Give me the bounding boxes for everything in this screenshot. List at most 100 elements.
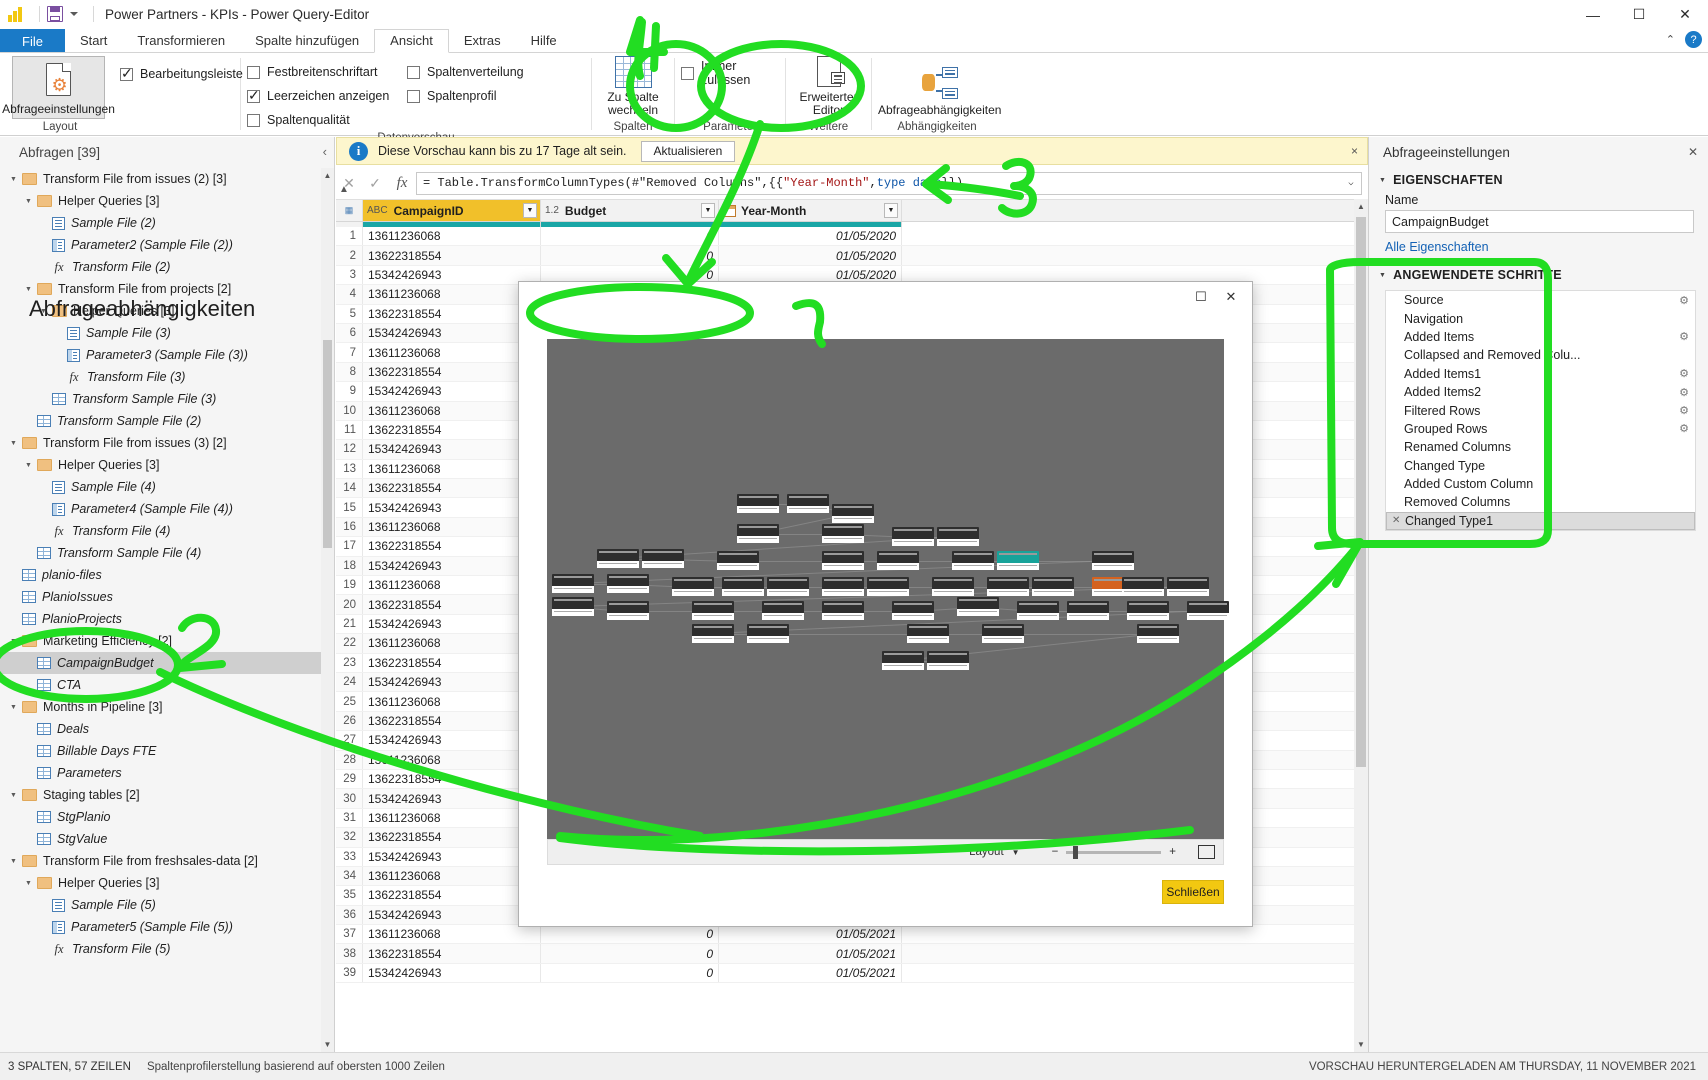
tree-expand-triangle-icon[interactable]: ▼ — [10, 704, 20, 711]
dependency-node[interactable] — [907, 624, 949, 643]
fx-icon[interactable]: fx — [388, 175, 416, 192]
spaltenqualitaet-row[interactable]: Spaltenqualität — [247, 108, 407, 132]
query-tree-item[interactable]: ▼ Transform File from issues (2) [3] — [0, 168, 321, 190]
dependency-node[interactable] — [892, 601, 934, 620]
grid-scroll-up-icon[interactable]: ▲ — [1354, 199, 1368, 214]
query-tree-item[interactable]: ▼ Helper Queries [3] — [0, 454, 321, 476]
cell-campaignid[interactable]: 13622318554 — [363, 537, 541, 556]
queries-scrollbar[interactable]: ▲ ▼ — [321, 168, 334, 1052]
cell-campaignid[interactable]: 13622318554 — [363, 304, 541, 323]
grid-row[interactable]: 37 13611236068 0 01/05/2021 — [336, 925, 1368, 945]
query-tree-item[interactable]: Parameter2 (Sample File (2)) — [0, 234, 321, 256]
tree-expand-triangle-icon[interactable]: ▼ — [10, 638, 20, 645]
query-tree-item[interactable]: fx Transform File (2) — [0, 256, 321, 278]
query-tree-item[interactable]: Parameter3 (Sample File (3)) — [0, 344, 321, 366]
tab-hilfe[interactable]: Hilfe — [516, 29, 572, 53]
cell-campaignid[interactable]: 15342426943 — [363, 556, 541, 576]
grid-corner-select-all[interactable]: ▦ — [336, 200, 363, 221]
zoom-slider[interactable] — [1066, 845, 1162, 859]
tree-expand-triangle-icon[interactable]: ▼ — [10, 440, 20, 447]
query-tree-item[interactable]: Transform Sample File (4) — [0, 542, 321, 564]
cell-campaignid[interactable]: 13611236068 — [363, 692, 541, 711]
dependency-node[interactable] — [892, 527, 934, 546]
dependency-node[interactable] — [552, 597, 594, 616]
properties-section-header[interactable]: ▼ EIGENSCHAFTEN — [1369, 167, 1708, 191]
close-button[interactable]: ✕ — [1662, 0, 1708, 29]
query-tree-item[interactable]: ▼ Months in Pipeline [3] — [0, 696, 321, 718]
tab-file[interactable]: File — [0, 29, 65, 53]
dependency-node[interactable] — [1032, 577, 1074, 596]
dependency-node[interactable] — [692, 601, 734, 620]
queries-scroll-up-icon[interactable]: ▲ — [321, 168, 334, 183]
collapse-queries-panel-icon[interactable]: ‹ — [323, 144, 327, 159]
zoom-out-icon[interactable]: − — [1052, 846, 1059, 858]
dependency-graph-canvas[interactable] — [547, 339, 1229, 839]
query-tree-item[interactable]: StgValue — [0, 828, 321, 850]
column-header-year-month[interactable]: Year-Month ▼ — [719, 200, 902, 221]
cell-campaignid[interactable]: 15342426943 — [363, 498, 541, 517]
query-tree-item[interactable]: Parameters — [0, 762, 321, 784]
cell-campaignid[interactable]: 13611236068 — [363, 925, 541, 944]
abfrageabhaengigkeiten-button[interactable]: Abfrageabhängigkeiten — [878, 56, 1001, 119]
query-tree-item[interactable]: Sample File (3) — [0, 322, 321, 344]
cell-campaignid[interactable]: 13622318554 — [363, 711, 541, 731]
spaltenprofil-checkbox[interactable] — [407, 89, 420, 103]
query-tree-item[interactable]: Sample File (4) — [0, 476, 321, 498]
applied-step[interactable]: Added Items ⚙ — [1386, 328, 1695, 346]
dependency-node[interactable] — [932, 577, 974, 596]
dependency-node[interactable] — [767, 577, 809, 596]
cell-campaignid[interactable]: 13611236068 — [363, 750, 541, 769]
applied-step[interactable]: Grouped Rows ⚙ — [1386, 420, 1695, 438]
festbreitenschriftart-checkbox[interactable] — [247, 65, 260, 79]
save-icon[interactable] — [47, 6, 63, 22]
grid-row[interactable]: 38 13622318554 0 01/05/2021 — [336, 944, 1368, 964]
bearbeitungsleiste-checkbox[interactable] — [120, 65, 133, 82]
collapse-ribbon-icon[interactable]: ⌃ — [1666, 33, 1675, 46]
query-tree-item[interactable]: CTA — [0, 674, 321, 696]
dependency-node[interactable] — [877, 551, 919, 570]
applied-step[interactable]: ✕ Changed Type1 — [1386, 511, 1695, 531]
steps-collapse-triangle-icon[interactable]: ▼ — [1379, 272, 1386, 279]
cell-year-month[interactable]: 01/05/2020 — [719, 246, 902, 265]
formula-expand-chevron-down-icon[interactable]: ⌵ — [1341, 173, 1361, 194]
query-tree-item[interactable]: planio-files — [0, 564, 321, 586]
cell-campaignid[interactable]: 13622318554 — [363, 886, 541, 905]
immer-zulassen-row[interactable]: Immer zulassen — [681, 59, 779, 87]
tab-start[interactable]: Start — [65, 29, 122, 53]
spaltenqualitaet-checkbox[interactable] — [247, 113, 260, 127]
cell-campaignid[interactable]: 13611236068 — [363, 576, 541, 595]
tab-ansicht[interactable]: Ansicht — [374, 29, 449, 53]
dependency-node[interactable] — [927, 651, 969, 670]
dependency-node[interactable] — [987, 577, 1029, 596]
dependency-node[interactable] — [762, 601, 804, 620]
column-filter-budget-icon[interactable]: ▼ — [701, 203, 715, 218]
applied-step[interactable]: Collapsed and Removed Colu... — [1386, 346, 1695, 364]
zoom-in-icon[interactable]: + — [1169, 846, 1176, 858]
cell-campaignid[interactable]: 13622318554 — [363, 653, 541, 672]
query-tree-item[interactable]: Billable Days FTE — [0, 740, 321, 762]
query-tree-item[interactable]: fx Transform File (4) — [0, 520, 321, 542]
tree-expand-triangle-icon[interactable]: ▼ — [25, 880, 35, 887]
cell-budget[interactable]: 0 — [541, 944, 719, 963]
dependency-node[interactable] — [937, 527, 979, 546]
cell-budget[interactable]: 0 — [541, 963, 719, 983]
dependency-node[interactable] — [1127, 601, 1169, 620]
cell-campaignid[interactable]: 15342426943 — [363, 614, 541, 634]
step-settings-gear-icon[interactable]: ⚙ — [1679, 330, 1689, 343]
tab-transformieren[interactable]: Transformieren — [122, 29, 240, 53]
cell-campaignid[interactable]: 15342426943 — [363, 265, 541, 285]
applied-steps-list[interactable]: Source ⚙ Navigation Added Items ⚙ Collapsed a… — [1385, 290, 1696, 532]
column-filter-campaignid-icon[interactable]: ▼ — [523, 203, 537, 218]
step-settings-gear-icon[interactable]: ⚙ — [1679, 386, 1689, 399]
cell-campaignid[interactable]: 13611236068 — [363, 634, 541, 653]
column-header-budget[interactable]: 1.2 Budget ▼ — [541, 200, 719, 221]
query-tree-item[interactable]: ▼ Staging tables [2] — [0, 784, 321, 806]
dependency-node[interactable] — [597, 549, 639, 568]
leerzeichen-anzeigen-checkbox[interactable] — [247, 87, 260, 104]
tree-expand-triangle-icon[interactable]: ▼ — [10, 858, 20, 865]
query-tree-item[interactable]: CampaignBudget — [0, 652, 321, 674]
dialog-maximize-icon[interactable]: ☐ — [1186, 284, 1216, 310]
dependency-node[interactable] — [832, 504, 874, 523]
formula-input[interactable]: = Table.TransformColumnTypes(#"Removed C… — [416, 171, 1362, 195]
maximize-button[interactable]: ☐ — [1616, 0, 1662, 29]
